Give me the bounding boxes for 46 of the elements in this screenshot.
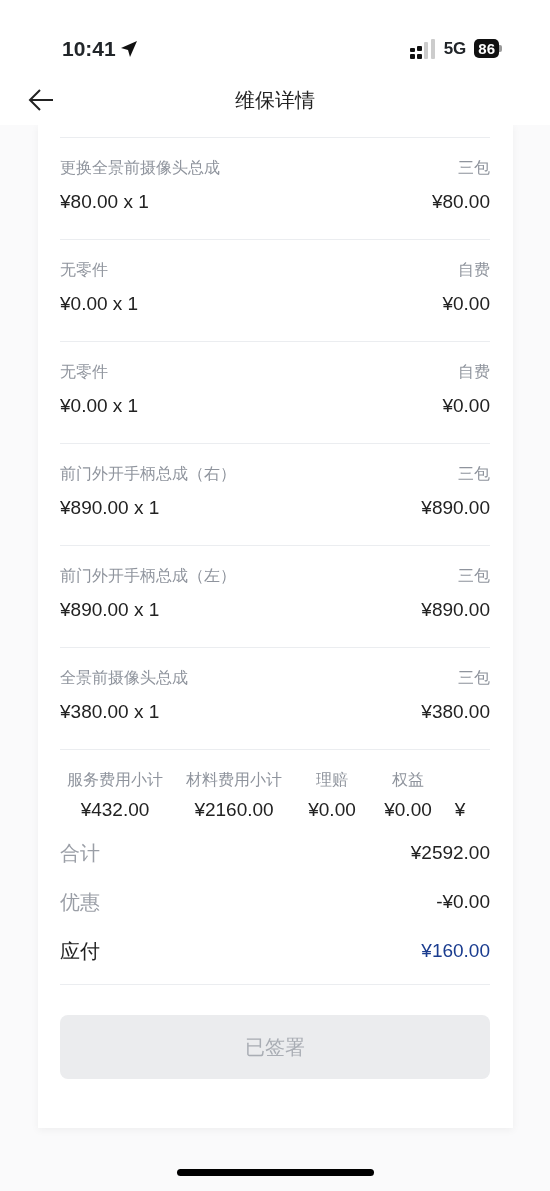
payment-type: 三包 [458,566,490,586]
subtotal-value: ¥0.00 [308,798,356,822]
payment-type: 自费 [458,362,490,382]
total-value: -¥0.00 [436,889,490,914]
back-arrow-icon[interactable] [28,88,54,112]
subtotal-label: 理赔 [316,770,348,790]
line-amount: ¥890.00 [421,598,490,622]
unit-price: ¥0.00 x 1 [60,394,139,418]
unit-price: ¥80.00 x 1 [60,190,149,214]
status-time: 10:41 [62,35,116,62]
part-name: 前门外开手柄总成（左） [60,566,236,586]
subtotal-label: 服务费用小计 [67,770,163,790]
signal-icon [409,38,436,59]
network-label: 5G [443,37,467,60]
total-label: 合计 [60,841,100,866]
unit-price: ¥380.00 x 1 [60,700,160,724]
total-value: ¥160.00 [421,938,490,963]
line-amount: ¥890.00 [421,496,490,520]
payment-type: 自费 [458,260,490,280]
total-label: 应付 [60,939,100,964]
total-label: 优惠 [60,890,100,915]
part-name: 更换全景前摄像头总成 [60,158,220,178]
location-arrow-icon [119,39,138,58]
part-name: 全景前摄像头总成 [60,668,188,688]
unit-price: ¥890.00 x 1 [60,496,160,520]
line-amount: ¥380.00 [421,700,490,724]
line-amount: ¥0.00 [442,394,490,418]
payment-type: 三包 [458,464,490,484]
part-name: 前门外开手柄总成（右） [60,464,236,484]
subtotal-value: ¥2160.00 [194,798,274,822]
subtotal-value: ¥ [454,798,466,822]
page-title: 维保详情 [235,88,315,113]
line-amount: ¥0.00 [442,292,490,316]
subtotal-value: ¥432.00 [80,798,150,822]
unit-price: ¥890.00 x 1 [60,598,160,622]
subtotal-label: 权益 [392,770,424,790]
line-amount: ¥80.00 [431,190,490,214]
payment-type: 三包 [458,668,490,688]
subtotal-value: ¥0.00 [384,798,432,822]
total-value: ¥2592.00 [410,840,490,865]
part-name: 无零件 [60,260,108,280]
part-name: 无零件 [60,362,108,382]
subtotal-label: 材料费用小计 [186,770,282,790]
unit-price: ¥0.00 x 1 [60,292,139,316]
battery-icon: 86 [474,39,502,58]
payment-type: 三包 [458,158,490,178]
